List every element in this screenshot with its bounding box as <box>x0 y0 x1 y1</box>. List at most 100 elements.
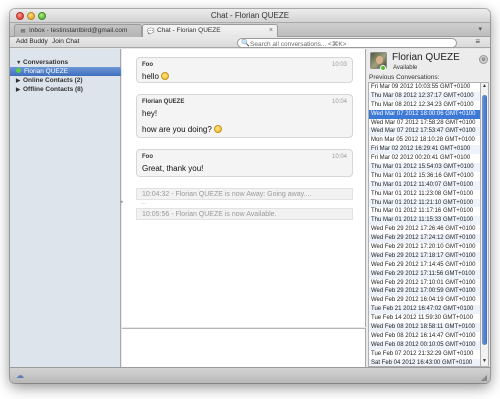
offline-contacts-group[interactable]: ▶ Offline Contacts (8) <box>10 85 121 94</box>
list-item[interactable]: Mon Mar 05 2012 18:10:28 GMT+0100 <box>369 136 480 145</box>
search-icon: 🔍 <box>241 40 250 47</box>
smiley-icon <box>160 72 169 80</box>
status-event: 10:05:56 - Florian QUEZE is now Availabl… <box>136 208 353 220</box>
list-item[interactable]: Thu Mar 01 2012 11:23:08 GMT+0100 <box>369 190 480 199</box>
list-item[interactable]: Thu Mar 01 2012 11:17:16 GMT+0100 <box>369 207 480 216</box>
message-text-line: how are you doing? <box>142 125 212 134</box>
sidebar-item-florian-queze[interactable]: Florian QUEZE <box>10 67 121 76</box>
list-item[interactable]: Wed Mar 07 2012 17:53:47 GMT+0100 <box>369 127 480 137</box>
splitter-handle-icon[interactable]: ◂ <box>120 199 124 205</box>
message-text-line: hello <box>142 72 159 81</box>
list-item[interactable]: Thu Mar 01 2012 15:36:16 GMT+0100 <box>369 172 480 181</box>
connection-status-icon[interactable]: ☁ <box>16 371 24 380</box>
list-item[interactable]: Fri Mar 02 2012 00:20:41 GMT+0100 <box>369 154 480 163</box>
message-time: 10:03 <box>331 62 347 68</box>
list-item[interactable]: Wed Feb 29 2012 17:26:46 GMT+0100 <box>369 225 480 234</box>
list-item[interactable]: Thu Mar 01 2012 11:21:10 GMT+0100 <box>369 198 480 208</box>
contact-status: Available <box>393 65 418 71</box>
list-item[interactable]: Wed Feb 29 2012 17:14:45 GMT+0100 <box>369 261 480 270</box>
tab-chat-label: Chat - Florian QUEZE <box>157 27 221 34</box>
chat-icon: 💬 <box>147 29 155 35</box>
add-buddy-button[interactable]: Add Buddy <box>16 38 48 45</box>
list-item[interactable]: Wed Feb 08 2012 16:14:47 GMT+0100 <box>369 332 480 341</box>
list-item[interactable]: Wed Mar 07 2012 17:58:28 GMT+0100 <box>369 119 480 128</box>
scroll-down-icon[interactable]: ▼ <box>481 358 488 366</box>
tab-list-menu-icon[interactable]: ▾ <box>478 25 482 33</box>
message-time: 10:04 <box>331 154 347 160</box>
tab-inbox-label: Inbox - testinstantbird@gmail.com <box>29 27 128 34</box>
status-separator: ... <box>141 200 147 206</box>
available-status-icon <box>380 65 386 71</box>
mail-icon: ✉ <box>20 29 26 35</box>
list-item[interactable]: Fri Mar 09 2012 10:03:55 GMT+0100 <box>369 83 480 92</box>
available-status-icon <box>16 68 21 73</box>
list-item[interactable]: Tue Feb 21 2012 16:47:02 GMT+0100 <box>369 305 480 315</box>
resize-grip-icon[interactable]: ◢ <box>481 373 487 382</box>
list-item[interactable]: Wed Feb 29 2012 17:20:10 GMT+0100 <box>369 243 480 252</box>
tab-chat[interactable]: 💬 Chat - Florian QUEZE × <box>142 24 278 37</box>
window-title: Chat - Florian QUEZE <box>210 11 290 20</box>
list-item[interactable]: Wed Feb 29 2012 17:24:12 GMT+0100 <box>369 234 480 244</box>
message-sender: Foo <box>142 62 153 68</box>
list-item[interactable]: Thu Mar 01 2012 11:40:07 GMT+0100 <box>369 180 480 190</box>
message-input[interactable] <box>122 328 366 367</box>
join-chat-button[interactable]: Join Chat <box>52 38 79 45</box>
sidebar-item-label: Florian QUEZE <box>24 68 69 75</box>
list-item[interactable]: Wed Feb 08 2012 18:58:11 GMT+0100 <box>369 323 480 332</box>
list-item[interactable]: Fri Mar 02 2012 16:29:41 GMT+0100 <box>369 145 480 155</box>
scroll-up-icon[interactable]: ▲ <box>481 83 488 91</box>
avatar-face <box>376 56 383 64</box>
list-item[interactable]: Wed Mar 07 2012 18:00:06 GMT+0100 <box>369 109 480 119</box>
menu-icon[interactable]: ≡ <box>475 37 480 46</box>
list-item[interactable]: Wed Feb 08 2012 00:10:05 GMT+0100 <box>369 340 480 350</box>
message-sender: Foo <box>142 154 153 160</box>
message-bubble: Florian QUEZE 10:04 hey! how are you doi… <box>136 94 353 138</box>
close-tab-icon[interactable]: × <box>269 27 273 34</box>
scrollbar-thumb[interactable] <box>482 95 487 345</box>
message-bubble: Foo 10:04 Great, thank you! <box>136 149 353 177</box>
smiley-icon <box>213 125 222 133</box>
previous-conversations-list[interactable]: Fri Mar 09 2012 10:03:55 GMT+0100 Thu Mar… <box>368 82 481 367</box>
sidebar: ▼ Conversations Florian QUEZE ▶ Online Con… <box>10 49 121 367</box>
list-item[interactable]: Wed Feb 29 2012 17:18:17 GMT+0100 <box>369 251 480 261</box>
list-item[interactable]: Thu Mar 01 2012 15:54:03 GMT+0100 <box>369 163 480 172</box>
status-bar: ☁ ◢ <box>10 367 490 383</box>
titlebar[interactable]: Chat - Florian QUEZE <box>10 9 490 23</box>
chevron-right-icon: ▶ <box>16 87 21 93</box>
app-window: Chat - Florian QUEZE ✉ Inbox - testinstan… <box>10 9 490 383</box>
tab-inbox[interactable]: ✉ Inbox - testinstantbird@gmail.com <box>14 24 142 37</box>
message-sender: Florian QUEZE <box>142 99 185 105</box>
message-text-line: hey! <box>142 109 158 118</box>
online-contacts-group[interactable]: ▶ Online Contacts (2) <box>10 76 121 85</box>
list-item[interactable]: Thu Mar 08 2012 12:34:23 GMT+0100 <box>369 101 480 110</box>
message-text: hello <box>142 72 169 81</box>
online-contacts-label: Online Contacts (2) <box>23 77 83 84</box>
contact-panel: Florian QUEZE Available ⚙ Previous Conve… <box>367 49 490 367</box>
list-item[interactable]: Tue Feb 14 2012 11:59:30 GMT+0100 <box>369 314 480 323</box>
contact-name: Florian QUEZE <box>392 52 460 63</box>
search-placeholder: Search all conversations... <⌘K> <box>250 41 347 48</box>
list-item[interactable]: Wed Feb 29 2012 17:11:56 GMT+0100 <box>369 269 480 279</box>
list-item[interactable]: Wed Feb 29 2012 17:00:59 GMT+0100 <box>369 287 480 297</box>
message-text: how are you doing? <box>142 125 222 134</box>
contact-options-icon[interactable]: ⚙ <box>479 55 488 64</box>
list-item[interactable]: Tue Feb 07 2012 21:32:29 GMT+0100 <box>369 350 480 359</box>
list-item[interactable]: Thu Mar 08 2012 12:37:17 GMT+0100 <box>369 91 480 101</box>
status-event: 10:04:32 - Florian QUEZE is now Away: Go… <box>136 188 353 200</box>
search-input[interactable]: 🔍 Search all conversations... <⌘K> <box>237 38 457 48</box>
message-time: 10:04 <box>331 99 347 105</box>
previous-conversations-scrollbar[interactable]: ▲ ▼ <box>481 82 489 367</box>
offline-contacts-label: Offline Contacts (8) <box>23 86 83 93</box>
previous-conversations-label: Previous Conversations: <box>369 74 440 81</box>
message-bubble: Foo 10:03 hello <box>136 57 353 83</box>
tab-bar: ✉ Inbox - testinstantbird@gmail.com 💬 Chat… <box>10 23 490 37</box>
list-item[interactable]: Wed Feb 29 2012 17:10:01 GMT+0100 <box>369 279 480 288</box>
message-text-line: Great, thank you! <box>142 164 204 173</box>
conversations-group-header[interactable]: ▼ Conversations <box>10 58 121 67</box>
list-item[interactable]: Wed Feb 29 2012 16:04:19 GMT+0100 <box>369 296 480 305</box>
conversation-view[interactable]: Foo 10:03 hello Florian QUEZE 10:04 hey!… <box>122 49 366 327</box>
toolbar: Add Buddy Join Chat 🔍 Search all convers… <box>10 37 490 48</box>
list-item[interactable]: Thu Mar 01 2012 11:15:33 GMT+0100 <box>369 216 480 226</box>
conversations-label: Conversations <box>23 59 69 66</box>
list-item[interactable]: Sat Feb 04 2012 16:43:00 GMT+0100 <box>369 358 480 366</box>
